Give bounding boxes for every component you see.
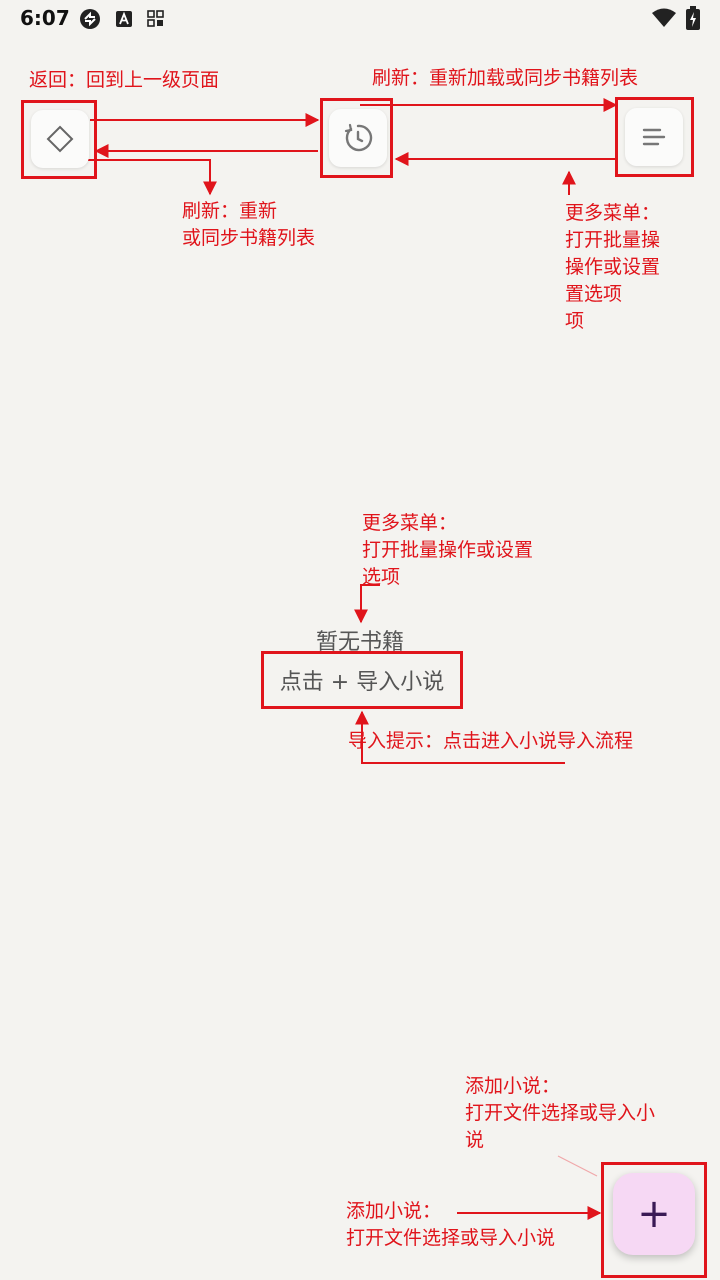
import-tip-annotation: 导入提示：点击进入小说导入流程 — [348, 730, 634, 752]
back-annotation: 返回：回到上一级页面 — [29, 69, 220, 91]
add-novel-fab[interactable]: + — [613, 1173, 695, 1255]
menu-highlight-box — [615, 97, 694, 177]
refresh-annotation-top: 刷新：重新加载或同步书籍列表 — [372, 67, 639, 89]
back-highlight-box — [21, 100, 97, 179]
import-hint[interactable]: 点击 + 导入小说 — [264, 654, 460, 706]
refresh-highlight-box — [320, 98, 393, 178]
empty-state-title: 暂无书籍 — [315, 630, 404, 655]
